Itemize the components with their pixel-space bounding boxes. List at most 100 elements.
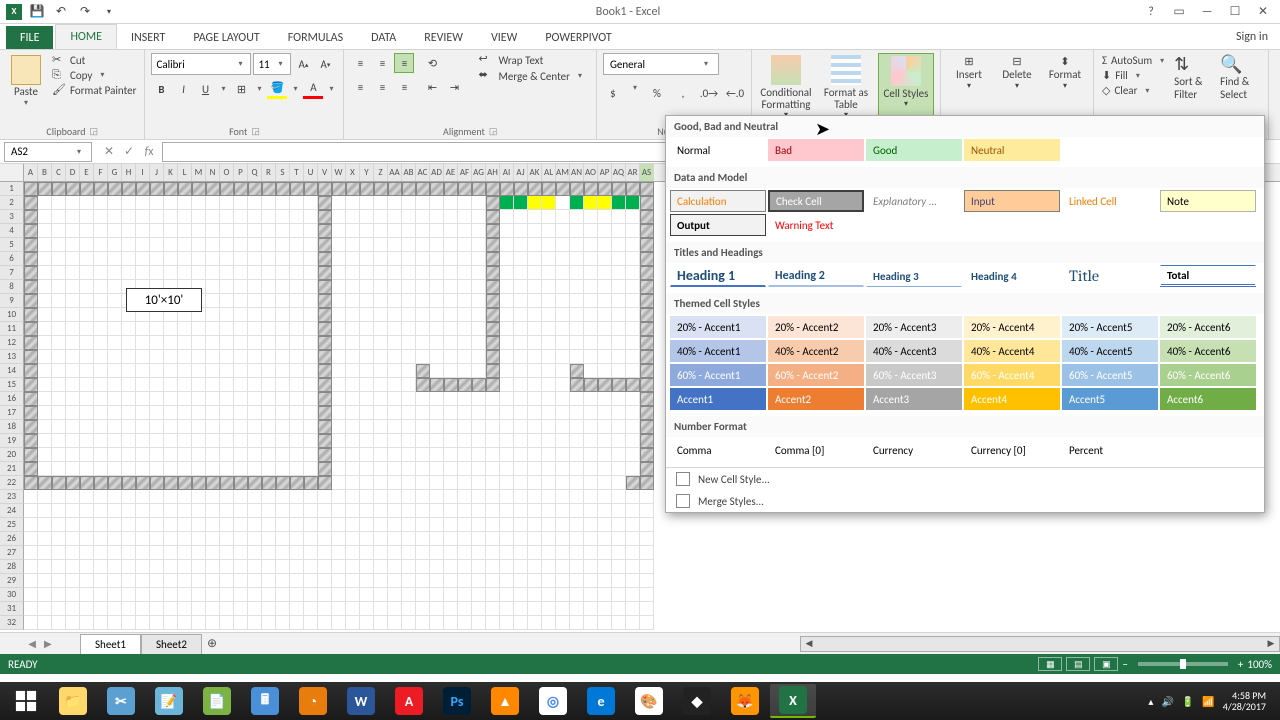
cell[interactable] <box>122 420 136 434</box>
cell[interactable] <box>304 252 318 266</box>
cell[interactable] <box>346 406 360 420</box>
cell[interactable] <box>514 364 528 378</box>
cell[interactable] <box>248 322 262 336</box>
cell[interactable] <box>598 238 612 252</box>
cell[interactable] <box>24 560 38 574</box>
cell[interactable] <box>38 448 52 462</box>
cell[interactable] <box>346 462 360 476</box>
style-total[interactable]: Total <box>1160 265 1256 287</box>
cell[interactable] <box>542 350 556 364</box>
sheet-nav-prev-icon[interactable]: ◀ <box>28 637 36 650</box>
cell[interactable] <box>234 252 248 266</box>
cell[interactable] <box>346 560 360 574</box>
cell[interactable] <box>612 616 626 630</box>
cell[interactable] <box>528 280 542 294</box>
cell[interactable] <box>178 434 192 448</box>
view-page-break-icon[interactable]: ▣ <box>1094 657 1118 671</box>
cell[interactable] <box>234 210 248 224</box>
col-header[interactable]: AH <box>486 164 500 181</box>
cell[interactable] <box>542 420 556 434</box>
cell[interactable] <box>332 588 346 602</box>
cell[interactable] <box>136 336 150 350</box>
maximize-icon[interactable]: ☐ <box>1222 3 1248 21</box>
cell[interactable] <box>290 574 304 588</box>
cell[interactable] <box>290 420 304 434</box>
style-title[interactable]: Title <box>1062 265 1158 287</box>
cell[interactable] <box>472 462 486 476</box>
cell[interactable] <box>514 574 528 588</box>
cell[interactable] <box>66 588 80 602</box>
cell[interactable] <box>248 476 262 490</box>
row-header[interactable]: 19 <box>0 434 24 448</box>
cell[interactable] <box>556 350 570 364</box>
cell[interactable] <box>346 434 360 448</box>
cell[interactable] <box>164 462 178 476</box>
cell[interactable] <box>206 560 220 574</box>
cell[interactable] <box>472 378 486 392</box>
cell[interactable] <box>108 322 122 336</box>
cell[interactable] <box>598 518 612 532</box>
row-header[interactable]: 17 <box>0 406 24 420</box>
cell[interactable] <box>262 574 276 588</box>
cell[interactable] <box>388 406 402 420</box>
cell[interactable] <box>122 518 136 532</box>
cell[interactable] <box>514 350 528 364</box>
cell[interactable] <box>94 238 108 252</box>
cell[interactable] <box>626 210 640 224</box>
cell[interactable] <box>556 182 570 196</box>
cell[interactable] <box>262 378 276 392</box>
cell[interactable] <box>94 574 108 588</box>
cell[interactable] <box>206 210 220 224</box>
cell[interactable] <box>178 210 192 224</box>
cell[interactable] <box>402 448 416 462</box>
row-header[interactable]: 16 <box>0 392 24 406</box>
cell[interactable] <box>332 420 346 434</box>
cell[interactable] <box>402 252 416 266</box>
cell[interactable] <box>220 308 234 322</box>
cell[interactable] <box>318 574 332 588</box>
cell[interactable] <box>500 378 514 392</box>
cell[interactable] <box>430 518 444 532</box>
row-header[interactable]: 13 <box>0 350 24 364</box>
cell[interactable] <box>598 266 612 280</box>
cell[interactable] <box>94 462 108 476</box>
cell[interactable] <box>178 336 192 350</box>
font-name-combo[interactable]: Calibri▾ <box>151 53 251 75</box>
cell[interactable] <box>612 196 626 210</box>
cell[interactable] <box>276 476 290 490</box>
col-header[interactable]: U <box>304 164 318 181</box>
copy-button[interactable]: ⎘Copy▾ <box>50 68 138 82</box>
cell[interactable] <box>500 504 514 518</box>
cell[interactable] <box>528 406 542 420</box>
cell[interactable] <box>472 336 486 350</box>
cell[interactable] <box>136 406 150 420</box>
cell[interactable] <box>360 406 374 420</box>
cell[interactable] <box>388 616 402 630</box>
zoom-value[interactable]: 100% <box>1247 658 1272 671</box>
cell[interactable] <box>290 462 304 476</box>
cell[interactable] <box>178 406 192 420</box>
cell[interactable] <box>52 210 66 224</box>
cell[interactable] <box>206 420 220 434</box>
cell[interactable] <box>472 602 486 616</box>
cell[interactable] <box>346 308 360 322</box>
cell[interactable] <box>136 392 150 406</box>
cell[interactable] <box>290 560 304 574</box>
cell[interactable] <box>612 308 626 322</box>
style-bad[interactable]: Bad <box>768 139 864 161</box>
cell[interactable] <box>52 462 66 476</box>
cell[interactable] <box>500 462 514 476</box>
style-note[interactable]: Note <box>1160 190 1256 212</box>
cell[interactable] <box>192 196 206 210</box>
cell[interactable] <box>570 546 584 560</box>
cell[interactable] <box>444 448 458 462</box>
cell[interactable] <box>402 560 416 574</box>
cell[interactable] <box>262 490 276 504</box>
cell[interactable] <box>38 434 52 448</box>
cell[interactable] <box>276 602 290 616</box>
col-header[interactable]: O <box>220 164 234 181</box>
style-heading1[interactable]: Heading 1 <box>670 265 766 287</box>
cell[interactable] <box>248 434 262 448</box>
cell[interactable] <box>598 588 612 602</box>
cell[interactable] <box>374 518 388 532</box>
